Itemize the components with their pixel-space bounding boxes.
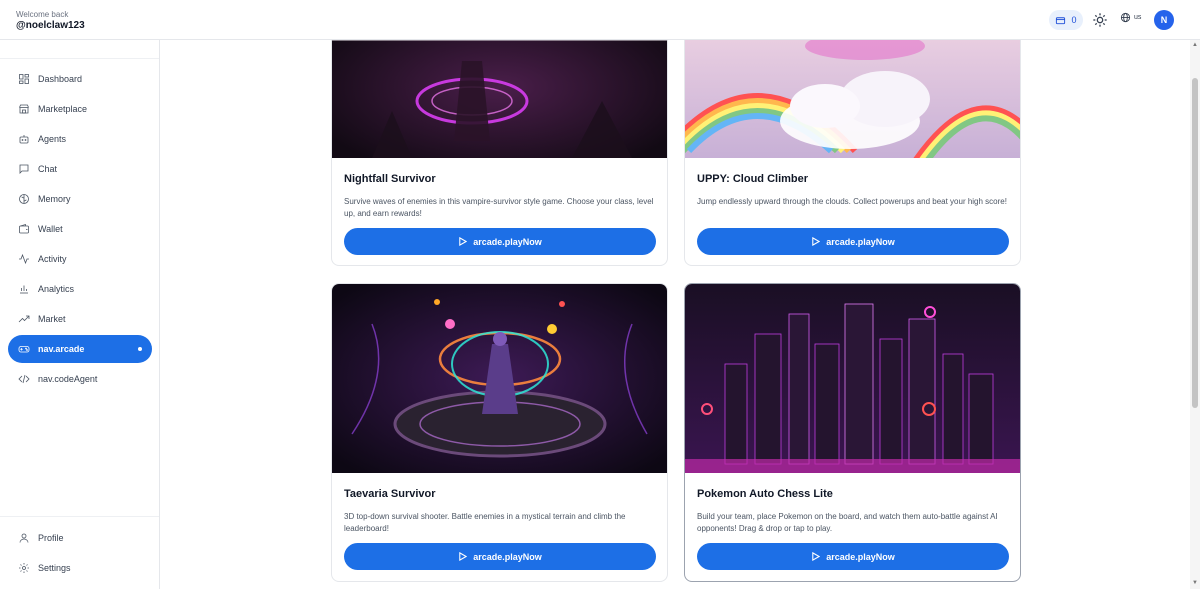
game-card[interactable]: Taevaria Survivor 3D top-down survival s… (331, 283, 668, 582)
play-icon (459, 237, 468, 246)
game-card[interactable]: Nightfall Survivor Survive waves of enem… (331, 40, 668, 266)
scroll-down-icon[interactable]: ▼ (1192, 580, 1198, 586)
globe-icon (1120, 12, 1131, 23)
game-title: Taevaria Survivor (344, 488, 436, 500)
sidebar: Dashboard Marketplace Agents Chat Memory… (0, 40, 160, 589)
sidebar-item-label: Wallet (38, 224, 63, 234)
sidebar-item-label: Market (38, 314, 66, 324)
sidebar-divider (0, 58, 159, 59)
game-card[interactable]: Pokemon Auto Chess Lite Build your team,… (684, 283, 1021, 582)
sidebar-item-label: nav.codeAgent (38, 374, 98, 384)
wallet-icon (1056, 16, 1066, 24)
game-description: Build your team, place Pokemon on the bo… (697, 512, 998, 533)
gear-icon (19, 563, 29, 573)
grid-icon (19, 74, 29, 84)
game-title: Pokemon Auto Chess Lite (697, 488, 833, 500)
game-description: 3D top-down survival shooter. Battle ene… (344, 512, 626, 533)
sidebar-item-label: Profile (38, 533, 64, 543)
play-now-button[interactable]: arcade.playNow (344, 228, 656, 255)
play-icon (459, 552, 468, 561)
code-icon (18, 374, 30, 384)
sidebar-item-chat[interactable]: Chat (8, 155, 152, 183)
sidebar-item-label: Dashboard (38, 74, 83, 84)
user-icon (19, 533, 29, 543)
bot-icon (19, 135, 29, 144)
sidebar-item-label: Settings (38, 563, 71, 573)
sidebar-item-label: Marketplace (38, 104, 88, 114)
sidebar-item-analytics[interactable]: Analytics (8, 275, 152, 303)
sidebar-item-profile[interactable]: Profile (8, 524, 152, 552)
play-now-label: arcade.playNow (826, 551, 895, 562)
play-now-label: arcade.playNow (473, 551, 542, 562)
wallet-count: 0 (1071, 15, 1077, 25)
play-now-button[interactable]: arcade.playNow (697, 228, 1009, 255)
game-card[interactable]: UPPY: Cloud Climber Jump endlessly upwar… (684, 40, 1021, 266)
sidebar-item-market[interactable]: Market (8, 305, 152, 333)
language-code: us (1134, 14, 1142, 21)
arcade-main: Nightfall Survivor Survive waves of enem… (160, 40, 1190, 589)
wallet-icon (19, 223, 29, 234)
sidebar-item-label: Analytics (38, 284, 75, 294)
game-description: Survive waves of enemies in this vampire… (344, 197, 654, 218)
top-header: Welcome back @noelclaw123 0 us N (0, 0, 1200, 40)
bar-chart-icon (20, 285, 28, 294)
sidebar-divider (0, 516, 159, 517)
sidebar-item-code-agent[interactable]: nav.codeAgent (8, 365, 152, 393)
sidebar-item-label: Chat (38, 164, 58, 174)
game-thumbnail-image (332, 40, 667, 158)
sidebar-item-agents[interactable]: Agents (8, 125, 152, 153)
sidebar-item-marketplace[interactable]: Marketplace (8, 95, 152, 123)
chat-icon (19, 164, 29, 174)
sidebar-item-memory[interactable]: Memory (8, 185, 152, 213)
game-title: Nightfall Survivor (344, 173, 436, 185)
sidebar-item-label: nav.arcade (38, 344, 85, 354)
sidebar-item-activity[interactable]: Activity (8, 245, 152, 273)
play-now-button[interactable]: arcade.playNow (344, 543, 656, 570)
play-now-button[interactable]: arcade.playNow (697, 543, 1009, 570)
brain-icon (19, 194, 29, 204)
username: @noelclaw123 (16, 20, 85, 31)
trend-icon (18, 315, 30, 323)
avatar[interactable]: N (1154, 10, 1174, 30)
play-now-label: arcade.playNow (473, 236, 542, 247)
play-icon (812, 237, 821, 246)
play-icon (812, 552, 821, 561)
activity-icon (19, 253, 29, 265)
sidebar-item-label: Activity (38, 254, 67, 264)
welcome-text: Welcome back (16, 10, 69, 19)
sidebar-item-arcade[interactable]: nav.arcade (8, 335, 152, 363)
sidebar-item-label: Memory (38, 194, 71, 204)
game-title: UPPY: Cloud Climber (697, 173, 809, 185)
sun-icon (1093, 13, 1107, 27)
wallet-balance-button[interactable]: 0 (1049, 10, 1083, 30)
theme-toggle-button[interactable] (1092, 12, 1108, 28)
play-now-label: arcade.playNow (826, 236, 895, 247)
game-thumbnail-image (685, 284, 1020, 473)
sidebar-item-wallet[interactable]: Wallet (8, 215, 152, 243)
language-selector[interactable]: us (1120, 12, 1141, 23)
game-description: Jump endlessly upward through the clouds… (697, 197, 1007, 206)
game-thumbnail-image (685, 40, 1020, 158)
scrollbar-thumb[interactable] (1192, 78, 1198, 408)
sidebar-item-settings[interactable]: Settings (8, 554, 152, 582)
active-indicator-dot (138, 347, 142, 351)
sidebar-item-label: Agents (38, 134, 67, 144)
store-icon (19, 104, 29, 114)
page-scrollbar[interactable]: ▲ ▼ (1190, 40, 1200, 589)
game-thumbnail-image (332, 284, 667, 473)
scroll-up-icon[interactable]: ▲ (1192, 42, 1198, 48)
sidebar-item-dashboard[interactable]: Dashboard (8, 65, 152, 93)
gamepad-icon (18, 346, 30, 353)
